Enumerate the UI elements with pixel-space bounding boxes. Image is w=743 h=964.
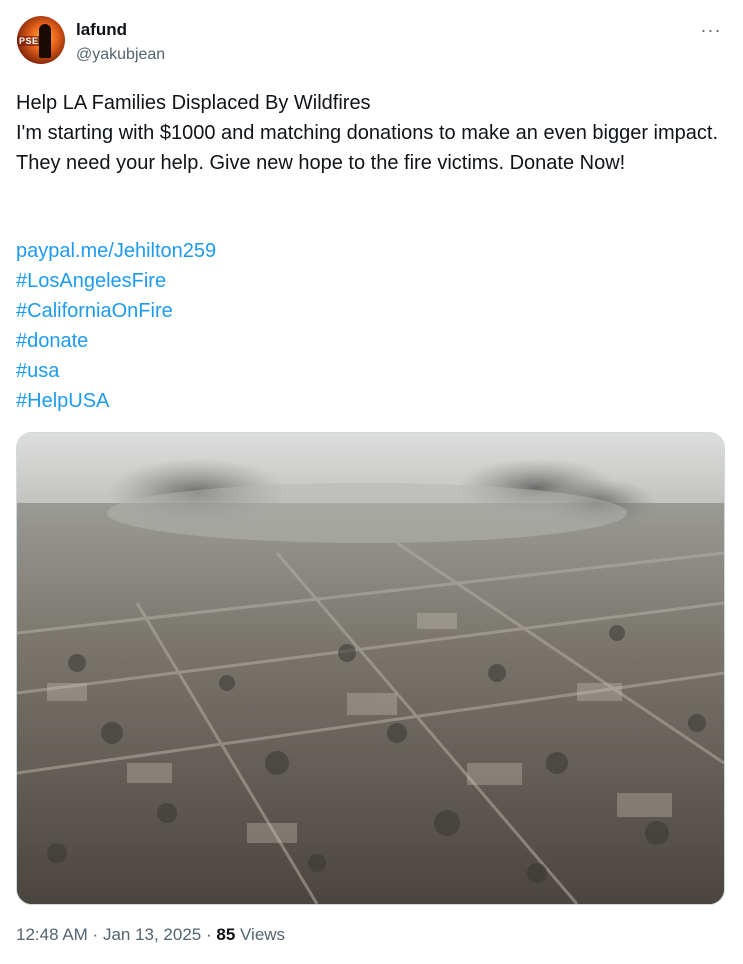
display-name[interactable]: lafund <box>76 19 127 41</box>
tweet-line-2: I'm starting with $1000 and matching don… <box>16 122 719 174</box>
more-options-icon[interactable]: ··· <box>697 16 725 44</box>
meta-separator: · <box>201 925 217 944</box>
avatar-figure <box>39 24 51 58</box>
tweet-line-1: Help LA Families Displaced By Wildfires <box>16 92 371 114</box>
tweet-time[interactable]: 12:48 AM <box>16 925 88 944</box>
tweet-meta: 12:48 AM · Jan 13, 2025 · 85 Views <box>16 924 285 946</box>
tweet-photo[interactable] <box>16 432 725 905</box>
hashtag-losangelesfire[interactable]: #LosAngelesFire <box>16 266 216 296</box>
views-count: 85 <box>216 925 236 944</box>
meta-separator: · <box>87 925 103 944</box>
user-handle[interactable]: @yakubjean <box>76 45 165 65</box>
hashtag-californiaonfire[interactable]: #CaliforniaOnFire <box>16 296 216 326</box>
tweet-date[interactable]: Jan 13, 2025 <box>103 925 201 944</box>
avatar[interactable]: PSE <box>17 16 65 64</box>
tweet-text: Help LA Families Displaced By Wildfires … <box>16 88 728 178</box>
views-label: Views <box>235 925 286 944</box>
burned-neighborhood-image <box>17 433 724 904</box>
hashtag-donate[interactable]: #donate <box>16 326 216 356</box>
avatar-badge: PSE <box>17 36 41 46</box>
hashtag-usa[interactable]: #usa <box>16 356 216 386</box>
hashtag-helpusa[interactable]: #HelpUSA <box>16 386 216 416</box>
tweet-links: paypal.me/Jehilton259 #LosAngelesFire #C… <box>16 236 216 416</box>
tweet: PSE lafund @yakubjean ··· Help LA Famili… <box>0 0 743 964</box>
paypal-link[interactable]: paypal.me/Jehilton259 <box>16 236 216 266</box>
